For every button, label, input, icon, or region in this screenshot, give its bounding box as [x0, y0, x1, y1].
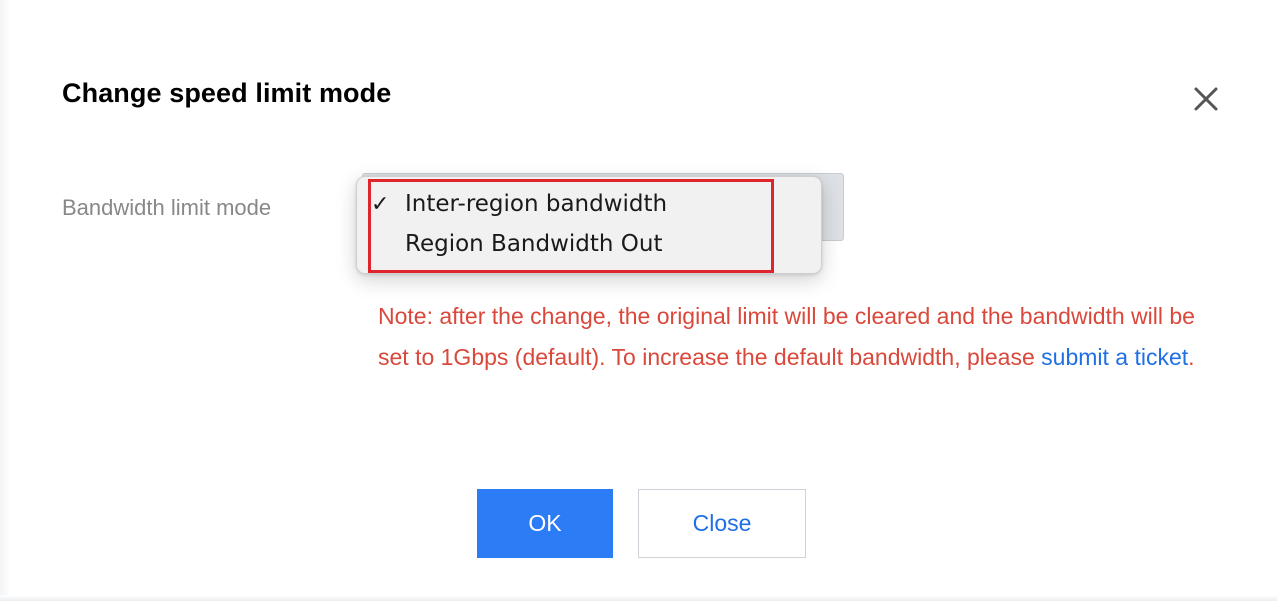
option-label: Region Bandwidth Out	[405, 231, 663, 257]
bandwidth-mode-dropdown-menu: ✓ Inter-region bandwidth Region Bandwidt…	[356, 176, 822, 274]
checkmark-icon: ✓	[371, 192, 390, 217]
dialog-shadow-bottom	[0, 595, 1277, 601]
ok-button[interactable]: OK	[477, 489, 613, 558]
option-inter-region-bandwidth[interactable]: ✓ Inter-region bandwidth	[357, 191, 821, 227]
bandwidth-limit-mode-label: Bandwidth limit mode	[62, 195, 272, 220]
dialog-title: Change speed limit mode	[62, 78, 392, 108]
submit-ticket-link[interactable]: submit a ticket	[1041, 344, 1188, 370]
close-button[interactable]: Close	[638, 489, 806, 558]
option-region-bandwidth-out[interactable]: Region Bandwidth Out	[357, 231, 821, 267]
dialog-shadow-left	[0, 0, 10, 601]
option-label: Inter-region bandwidth	[405, 191, 668, 217]
close-icon[interactable]	[1190, 83, 1222, 115]
note-text-end: .	[1188, 344, 1195, 370]
change-speed-limit-dialog: Change speed limit mode Bandwidth limit …	[0, 0, 1277, 601]
change-note: Note: after the change, the original lim…	[378, 296, 1198, 378]
